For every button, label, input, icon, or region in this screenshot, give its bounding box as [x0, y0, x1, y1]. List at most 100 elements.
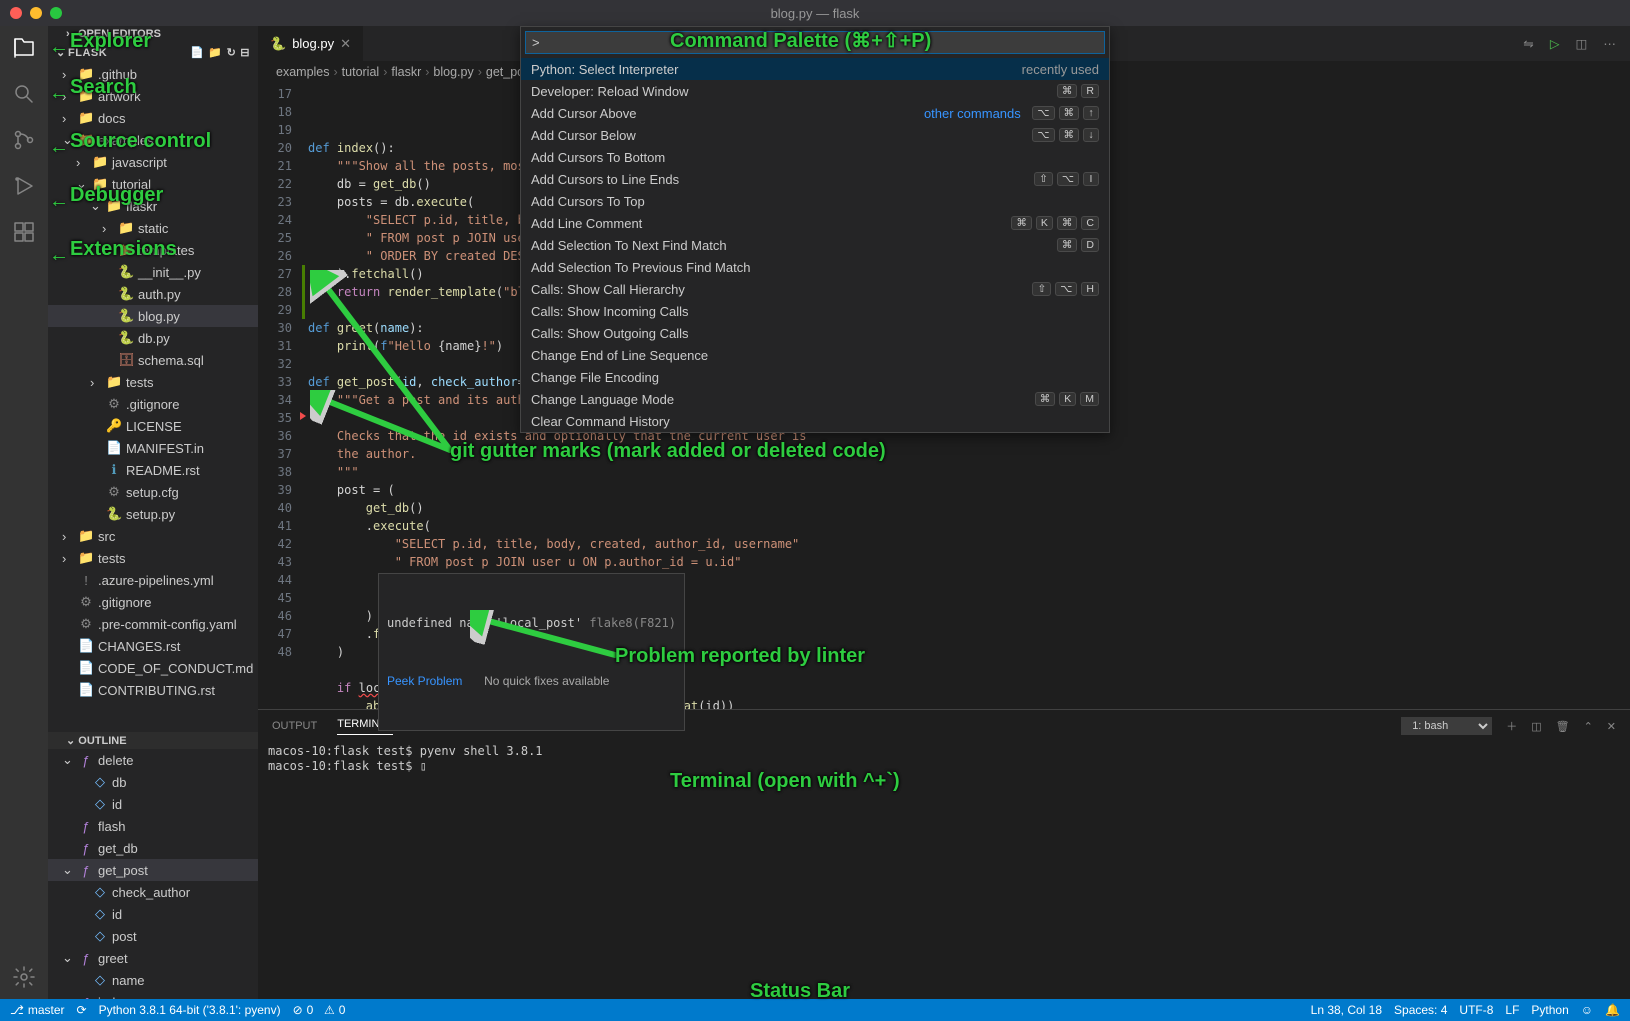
command-palette-input[interactable]	[525, 31, 1105, 54]
kill-terminal-icon[interactable]: 🗑	[1556, 720, 1570, 733]
refresh-icon[interactable]: ↻	[227, 46, 237, 59]
palette-item[interactable]: Add Selection To Previous Find Match	[521, 256, 1109, 278]
tree-item[interactable]: 🐍setup.py	[48, 503, 258, 525]
split-editor-icon[interactable]: ◫	[1576, 36, 1588, 51]
status-errors[interactable]: ⊘ 0 ⚠ 0	[293, 1003, 346, 1017]
extensions-icon[interactable]	[12, 220, 36, 244]
tree-item[interactable]: 🐍auth.py	[48, 283, 258, 305]
palette-item[interactable]: Calls: Show Call Hierarchy⇧⌥H	[521, 278, 1109, 300]
breadcrumb-item[interactable]: flaskr	[391, 65, 421, 79]
tree-item[interactable]: ›📁artwork	[48, 85, 258, 107]
outline-item[interactable]: ◇name	[48, 969, 258, 991]
tree-item[interactable]: 🐍db.py	[48, 327, 258, 349]
collapse-icon[interactable]: ⊟	[240, 46, 250, 59]
minimap[interactable]	[1520, 83, 1630, 709]
palette-item[interactable]: Calls: Show Incoming Calls	[521, 300, 1109, 322]
split-terminal-icon[interactable]: ◫	[1531, 720, 1541, 733]
palette-item[interactable]: Add Cursors To Top	[521, 190, 1109, 212]
tree-item[interactable]: ⚙.gitignore	[48, 393, 258, 415]
palette-item[interactable]: Developer: Reload Window⌘R	[521, 80, 1109, 102]
tree-item[interactable]: 📄CONTRIBUTING.rst	[48, 679, 258, 701]
tree-item[interactable]: ›📁templates	[48, 239, 258, 261]
palette-item[interactable]: Change End of Line Sequence	[521, 344, 1109, 366]
compare-changes-icon[interactable]: ⇋	[1523, 36, 1534, 51]
maximize-panel-icon[interactable]: ⌃	[1584, 720, 1593, 733]
status-encoding[interactable]: UTF-8	[1459, 1003, 1493, 1017]
status-bell-icon[interactable]: 🔔	[1605, 1003, 1620, 1017]
settings-gear-icon[interactable]	[12, 965, 36, 989]
outline-header[interactable]: ⌄ OUTLINE	[48, 732, 258, 749]
terminal-selector[interactable]: 1: bash	[1401, 717, 1492, 735]
close-window-icon[interactable]	[10, 7, 22, 19]
outline-item[interactable]: ƒget_db	[48, 837, 258, 859]
debug-icon[interactable]	[12, 174, 36, 198]
tree-item[interactable]: 📄CODE_OF_CONDUCT.md	[48, 657, 258, 679]
status-indentation[interactable]: Spaces: 4	[1394, 1003, 1447, 1017]
source-control-icon[interactable]	[12, 128, 36, 152]
breadcrumb-item[interactable]: examples	[276, 65, 330, 79]
palette-item[interactable]: Clear Command History	[521, 410, 1109, 432]
palette-item[interactable]: Add Line Comment⌘K⌘C	[521, 212, 1109, 234]
tree-item[interactable]: 🐍__init__.py	[48, 261, 258, 283]
palette-item[interactable]: Calls: Show Outgoing Calls	[521, 322, 1109, 344]
tree-item[interactable]: 🗄schema.sql	[48, 349, 258, 371]
outline-item[interactable]: ⌄ƒindex	[48, 991, 258, 999]
palette-item[interactable]: Change File Encoding	[521, 366, 1109, 388]
outline-item[interactable]: ◇check_author	[48, 881, 258, 903]
palette-item[interactable]: Add Cursors to Line Ends⇧⌥I	[521, 168, 1109, 190]
tree-item[interactable]: ⚙setup.cfg	[48, 481, 258, 503]
minimize-window-icon[interactable]	[30, 7, 42, 19]
palette-item[interactable]: Add Cursors To Bottom	[521, 146, 1109, 168]
tree-item[interactable]: ›📁tests	[48, 371, 258, 393]
outline-item[interactable]: ◇db	[48, 771, 258, 793]
outline-item[interactable]: ⌄ƒgreet	[48, 947, 258, 969]
palette-item[interactable]: Change Language Mode⌘KM	[521, 388, 1109, 410]
tree-item[interactable]: 🐍blog.py	[48, 305, 258, 327]
tree-item[interactable]: !.azure-pipelines.yml	[48, 569, 258, 591]
palette-item[interactable]: Add Selection To Next Find Match⌘D	[521, 234, 1109, 256]
tree-item[interactable]: ⌄📁tutorial	[48, 173, 258, 195]
tree-item[interactable]: ›📁docs	[48, 107, 258, 129]
close-panel-icon[interactable]: ✕	[1607, 720, 1616, 733]
status-git-branch[interactable]: ⎇ master	[10, 1003, 65, 1017]
status-language[interactable]: Python	[1531, 1003, 1568, 1017]
peek-problem-link[interactable]: Peek Problem	[387, 674, 462, 688]
close-tab-icon[interactable]: ✕	[340, 36, 351, 52]
status-cursor-pos[interactable]: Ln 38, Col 18	[1311, 1003, 1382, 1017]
project-header[interactable]: ⌄FLASK 📄 📁 ↻ ⊟	[48, 42, 258, 63]
breadcrumb-item[interactable]: blog.py	[433, 65, 473, 79]
tree-item[interactable]: ⚙.pre-commit-config.yaml	[48, 613, 258, 635]
tree-item[interactable]: ℹREADME.rst	[48, 459, 258, 481]
status-sync[interactable]: ⟳	[77, 1003, 87, 1017]
tree-item[interactable]: ⌄📁examples	[48, 129, 258, 151]
panel-tab-output[interactable]: OUTPUT	[272, 720, 317, 732]
explorer-icon[interactable]	[12, 36, 36, 60]
tree-item[interactable]: ›📁static	[48, 217, 258, 239]
outline-item[interactable]: ƒflash	[48, 815, 258, 837]
outline-item[interactable]: ⌄ƒdelete	[48, 749, 258, 771]
tab-blog-py[interactable]: 🐍 blog.py ✕	[258, 26, 364, 61]
search-icon[interactable]	[12, 82, 36, 106]
new-file-icon[interactable]: 📄	[190, 46, 204, 59]
more-icon[interactable]: ⋯	[1603, 36, 1616, 51]
tree-item[interactable]: ›📁src	[48, 525, 258, 547]
tree-item[interactable]: ›📁.github	[48, 63, 258, 85]
new-terminal-icon[interactable]: ＋	[1506, 718, 1517, 734]
palette-item[interactable]: Add Cursor Below⌥⌘↓	[521, 124, 1109, 146]
maximize-window-icon[interactable]	[50, 7, 62, 19]
status-eol[interactable]: LF	[1505, 1003, 1519, 1017]
tree-item[interactable]: ›📁tests	[48, 547, 258, 569]
tree-item[interactable]: 📄MANIFEST.in	[48, 437, 258, 459]
palette-item[interactable]: Python: Select Interpreterrecently used	[521, 58, 1109, 80]
outline-item[interactable]: ◇id	[48, 793, 258, 815]
palette-item[interactable]: Add Cursor Aboveother commands ⌥⌘↑	[521, 102, 1109, 124]
status-python-interpreter[interactable]: Python 3.8.1 64-bit ('3.8.1': pyenv)	[99, 1003, 281, 1017]
terminal-body[interactable]: macos-10:flask test$ pyenv shell 3.8.1ma…	[258, 742, 1630, 999]
open-editors-header[interactable]: ›OPEN EDITORS	[48, 26, 258, 42]
breadcrumb-item[interactable]: tutorial	[342, 65, 380, 79]
status-feedback-icon[interactable]: ☺	[1581, 1003, 1593, 1017]
tree-item[interactable]: ⚙.gitignore	[48, 591, 258, 613]
new-folder-icon[interactable]: 📁	[208, 46, 222, 59]
outline-item[interactable]: ◇id	[48, 903, 258, 925]
outline-item[interactable]: ⌄ƒget_post	[48, 859, 258, 881]
